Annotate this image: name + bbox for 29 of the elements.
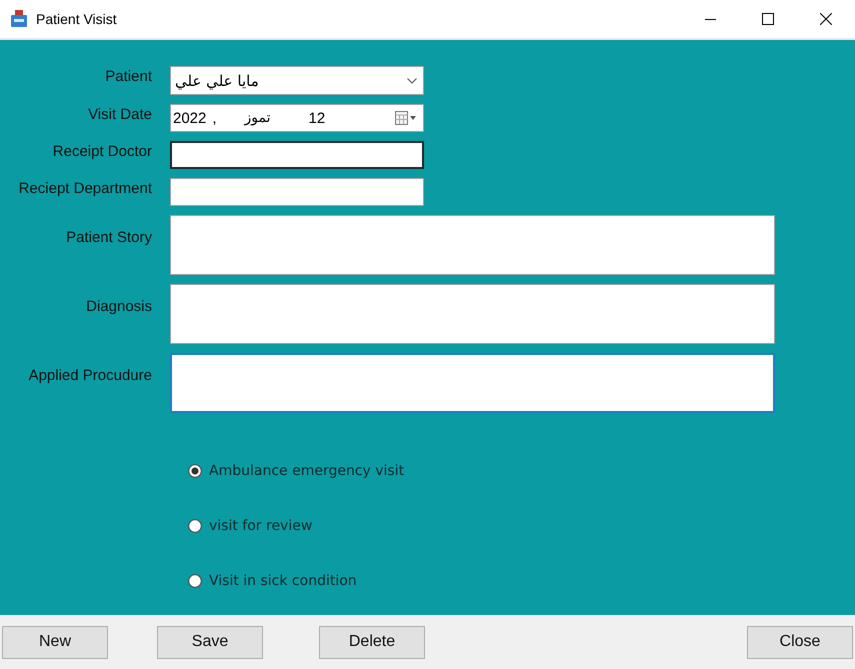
field-label: Applied Procudure (28, 367, 153, 384)
text-field[interactable] (170, 141, 424, 169)
text-area[interactable] (170, 284, 775, 344)
field-label: Diagnosis (85, 298, 153, 315)
window-title: Patient Visist (36, 11, 118, 27)
text-area[interactable] (170, 215, 775, 275)
text-area[interactable] (170, 353, 775, 413)
radio-label[interactable]: visit for review (209, 518, 312, 534)
radio-button[interactable] (188, 519, 202, 533)
close-icon[interactable] (820, 13, 832, 25)
text-field[interactable] (170, 178, 424, 206)
action-button[interactable]: Close (747, 626, 853, 658)
field-label: Reciept Department (18, 180, 153, 197)
app-icon (10, 10, 28, 28)
radio-button[interactable] (188, 574, 202, 588)
maximize-icon[interactable] (762, 13, 774, 25)
field-label: Receipt Doctor (52, 143, 153, 160)
field-label: Patient Story (65, 229, 153, 246)
patient-dropdown[interactable]: مايا علي علي (170, 66, 424, 95)
radio-label[interactable]: Visit in sick condition (209, 573, 357, 589)
radio-label[interactable]: Ambulance emergency visit (209, 463, 404, 479)
chevron-icon (407, 78, 417, 84)
action-button[interactable]: Save (157, 626, 263, 658)
action-button[interactable]: New (2, 626, 108, 658)
calendar-icon (395, 111, 417, 125)
field-label: Visit Date (87, 106, 153, 123)
action-button[interactable]: Delete (319, 626, 425, 658)
radio-button[interactable] (188, 464, 202, 478)
field-label: Patient (104, 68, 153, 85)
